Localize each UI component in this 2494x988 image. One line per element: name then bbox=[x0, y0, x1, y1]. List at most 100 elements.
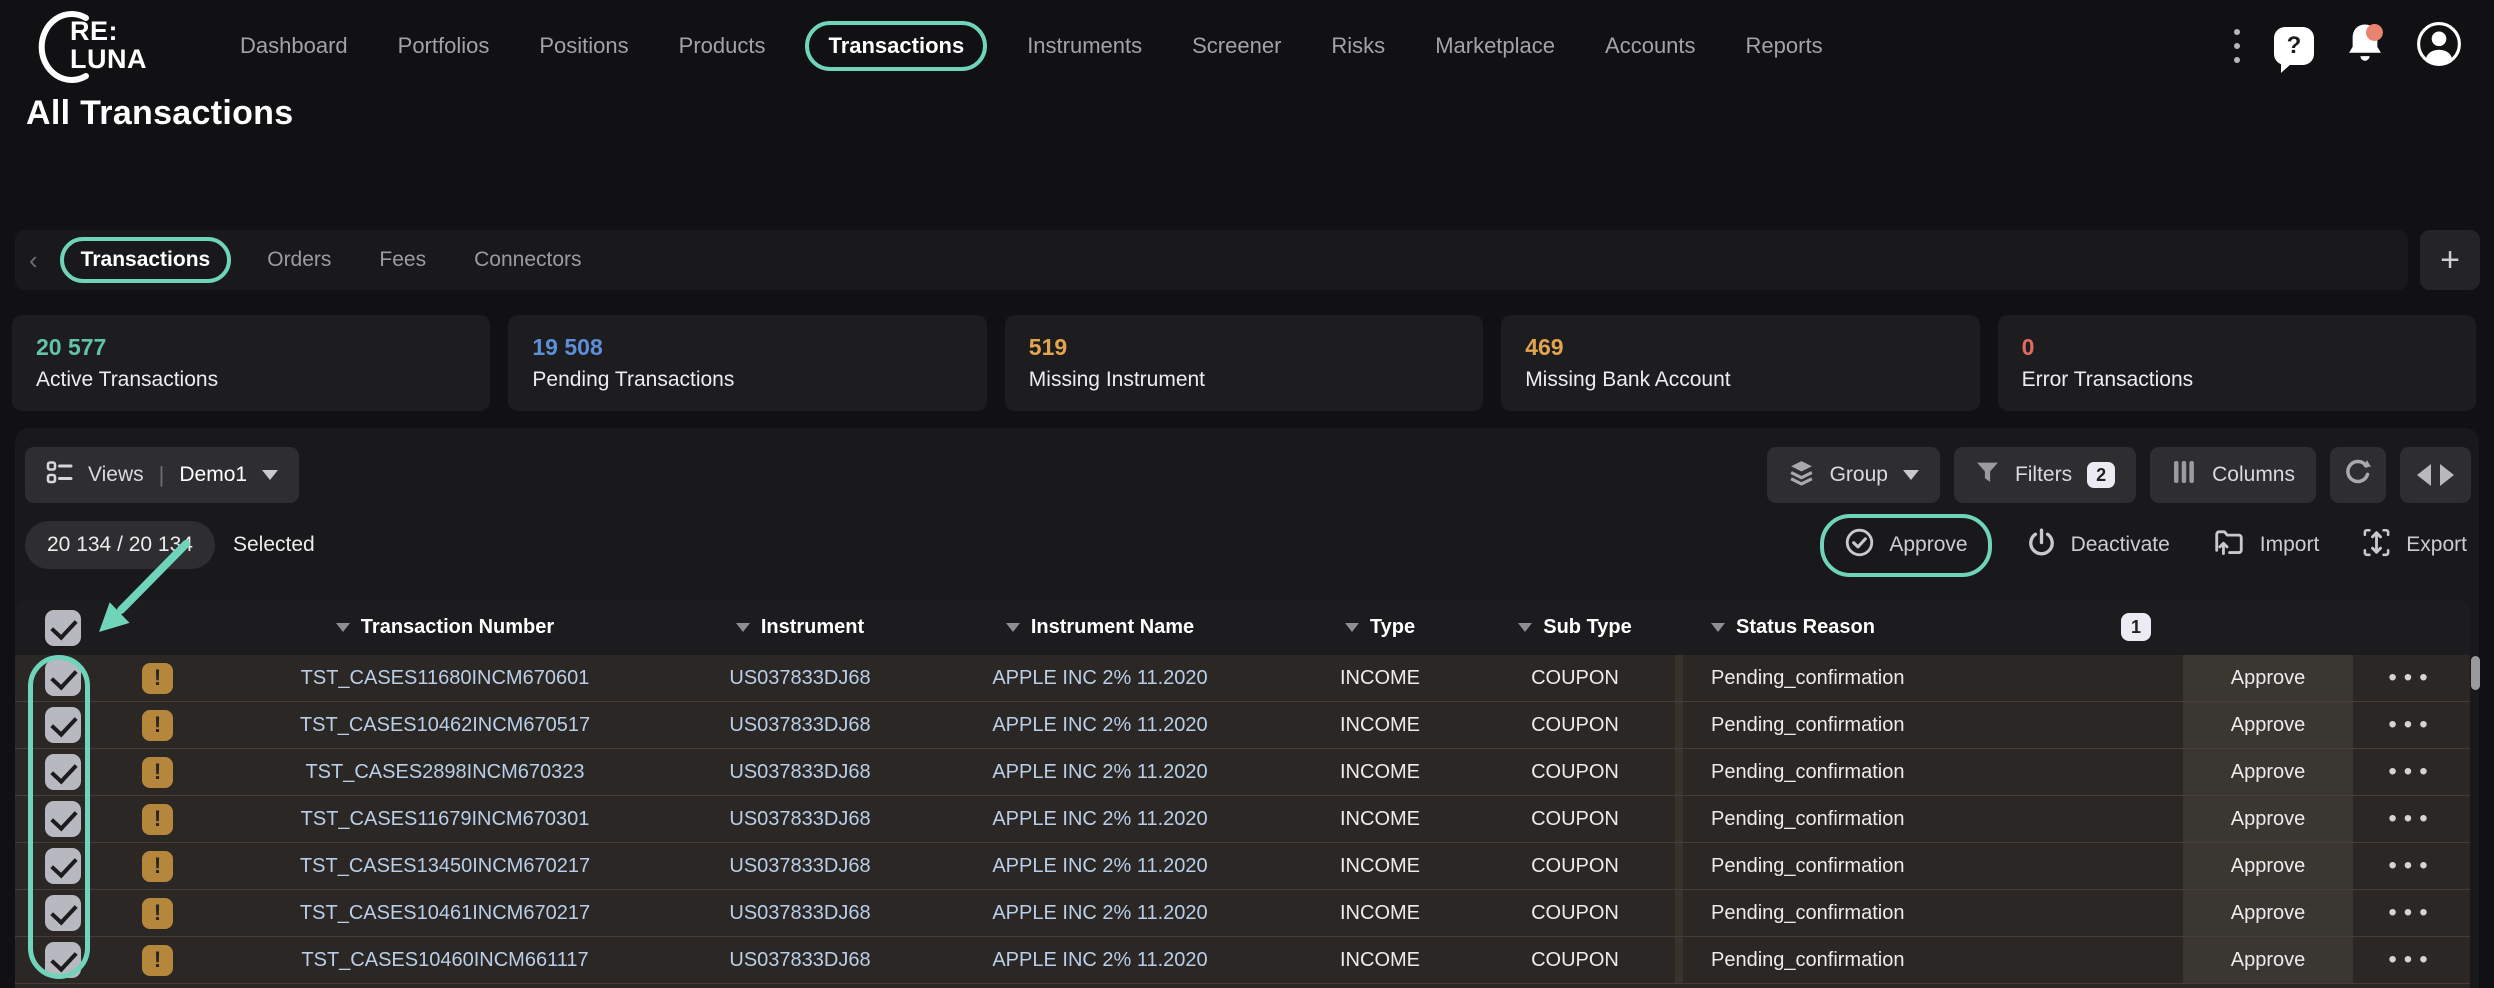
page-title: All Transactions bbox=[26, 94, 293, 133]
column-header-0[interactable]: Transaction Number bbox=[205, 616, 685, 639]
instrument-link[interactable]: US037833DJ68 bbox=[685, 761, 915, 784]
content-panel: Views | Demo1 Group bbox=[15, 428, 2479, 988]
approve-label: Approve bbox=[1889, 533, 1967, 557]
nav-item-accounts[interactable]: Accounts bbox=[1605, 33, 1696, 59]
export-button[interactable]: Export bbox=[2361, 527, 2467, 564]
stat-value: 19 508 bbox=[532, 334, 962, 361]
instrument-name-link[interactable]: APPLE INC 2% 11.2020 bbox=[915, 855, 1285, 878]
tabs-back-chevron-icon[interactable]: ‹ bbox=[29, 245, 38, 276]
tab-fees[interactable]: Fees bbox=[379, 248, 426, 272]
import-button[interactable]: Import bbox=[2212, 527, 2320, 564]
row-checkbox[interactable] bbox=[45, 895, 81, 931]
row-approve-button[interactable]: Approve bbox=[2183, 655, 2353, 701]
instrument-link[interactable]: US037833DJ68 bbox=[685, 855, 915, 878]
nav-item-dashboard[interactable]: Dashboard bbox=[240, 33, 348, 59]
row-checkbox[interactable] bbox=[45, 801, 81, 837]
transaction-number-link[interactable]: TST_CASES11680INCM670601 bbox=[205, 667, 685, 690]
approve-button[interactable]: Approve bbox=[1844, 527, 1967, 564]
nav-item-reports[interactable]: Reports bbox=[1746, 33, 1823, 59]
stat-card-1[interactable]: 20 577Active Transactions bbox=[12, 315, 490, 411]
stat-card-2[interactable]: 19 508Pending Transactions bbox=[508, 315, 986, 411]
brand-logo[interactable]: RE: LUNA bbox=[34, 8, 174, 84]
deactivate-button[interactable]: Deactivate bbox=[2026, 527, 2170, 564]
column-header-3[interactable]: Type bbox=[1285, 616, 1475, 639]
transaction-number-link[interactable]: TST_CASES10461INCM670217 bbox=[205, 902, 685, 925]
stat-card-3[interactable]: 519Missing Instrument bbox=[1005, 315, 1483, 411]
row-checkbox[interactable] bbox=[45, 660, 81, 696]
notifications-bell-icon[interactable] bbox=[2344, 22, 2386, 71]
stat-card-4[interactable]: 469Missing Bank Account bbox=[1501, 315, 1979, 411]
row-checkbox[interactable] bbox=[45, 942, 81, 978]
instrument-name-link[interactable]: APPLE INC 2% 11.2020 bbox=[915, 667, 1285, 690]
transaction-number-link[interactable]: TST_CASES10462INCM670517 bbox=[205, 714, 685, 737]
export-arrows-icon bbox=[2361, 527, 2392, 564]
row-menu-button[interactable] bbox=[2353, 749, 2470, 795]
row-menu-button[interactable] bbox=[2353, 655, 2470, 701]
tab-transactions[interactable]: Transactions bbox=[60, 237, 232, 283]
vertical-scrollbar[interactable] bbox=[2471, 656, 2480, 690]
row-approve-button[interactable]: Approve bbox=[2183, 749, 2353, 795]
transaction-number-link[interactable]: TST_CASES11679INCM670301 bbox=[205, 808, 685, 831]
row-checkbox[interactable] bbox=[45, 848, 81, 884]
column-header-2[interactable]: Instrument Name bbox=[915, 616, 1285, 639]
instrument-name-link[interactable]: APPLE INC 2% 11.2020 bbox=[915, 761, 1285, 784]
row-checkbox[interactable] bbox=[45, 754, 81, 790]
nav-item-instruments[interactable]: Instruments bbox=[1027, 33, 1142, 59]
nav-item-products[interactable]: Products bbox=[679, 33, 766, 59]
row-warning-cell bbox=[110, 898, 205, 929]
columns-button[interactable]: Columns bbox=[2150, 447, 2316, 503]
nav-item-positions[interactable]: Positions bbox=[539, 33, 628, 59]
refresh-button[interactable] bbox=[2330, 447, 2386, 503]
type-cell: INCOME bbox=[1285, 714, 1475, 737]
instrument-name-link[interactable]: APPLE INC 2% 11.2020 bbox=[915, 902, 1285, 925]
tab-connectors[interactable]: Connectors bbox=[474, 248, 581, 272]
row-approve-button[interactable]: Approve bbox=[2183, 890, 2353, 936]
instrument-link[interactable]: US037833DJ68 bbox=[685, 667, 915, 690]
nav-item-portfolios[interactable]: Portfolios bbox=[398, 33, 490, 59]
row-menu-button[interactable] bbox=[2353, 796, 2470, 842]
instrument-link[interactable]: US037833DJ68 bbox=[685, 714, 915, 737]
status-reason-cell: Pending_confirmation bbox=[1683, 761, 2183, 784]
transaction-number-link[interactable]: TST_CASES13450INCM670217 bbox=[205, 855, 685, 878]
help-icon[interactable] bbox=[2274, 27, 2314, 65]
folder-import-icon bbox=[2212, 527, 2246, 564]
select-all-checkbox[interactable] bbox=[45, 610, 81, 646]
user-avatar-icon[interactable] bbox=[2416, 21, 2462, 72]
row-approve-button[interactable]: Approve bbox=[2183, 937, 2353, 983]
instrument-name-link[interactable]: APPLE INC 2% 11.2020 bbox=[915, 714, 1285, 737]
tab-orders[interactable]: Orders bbox=[267, 248, 331, 272]
chevron-down-icon bbox=[1903, 470, 1919, 480]
row-menu-button[interactable] bbox=[2353, 702, 2470, 748]
instrument-link[interactable]: US037833DJ68 bbox=[685, 949, 915, 972]
transaction-number-link[interactable]: TST_CASES10460INCM661117 bbox=[205, 949, 685, 972]
instrument-name-link[interactable]: APPLE INC 2% 11.2020 bbox=[915, 949, 1285, 972]
row-menu-button[interactable] bbox=[2353, 843, 2470, 889]
column-header-5[interactable]: Status Reason bbox=[1683, 616, 2183, 639]
nav-item-screener[interactable]: Screener bbox=[1192, 33, 1281, 59]
row-menu-button[interactable] bbox=[2353, 937, 2470, 983]
table-row: TST_CASES11679INCM670301US037833DJ68APPL… bbox=[15, 796, 2470, 843]
nav-item-marketplace[interactable]: Marketplace bbox=[1435, 33, 1555, 59]
instrument-name-link[interactable]: APPLE INC 2% 11.2020 bbox=[915, 808, 1285, 831]
transaction-number-link[interactable]: TST_CASES2898INCM670323 bbox=[205, 761, 685, 784]
pinned-column-divider bbox=[1675, 937, 1683, 983]
collapse-expand-button[interactable] bbox=[2400, 447, 2471, 503]
nav-item-risks[interactable]: Risks bbox=[1331, 33, 1385, 59]
instrument-link[interactable]: US037833DJ68 bbox=[685, 808, 915, 831]
nav-item-transactions[interactable]: Transactions bbox=[805, 21, 987, 71]
group-button[interactable]: Group bbox=[1767, 447, 1940, 503]
row-approve-button[interactable]: Approve bbox=[2183, 702, 2353, 748]
add-tab-button[interactable]: + bbox=[2420, 230, 2480, 290]
column-header-1[interactable]: Instrument bbox=[685, 616, 915, 639]
row-checkbox[interactable] bbox=[45, 707, 81, 743]
overflow-menu-icon[interactable] bbox=[2230, 25, 2244, 67]
views-button[interactable]: Views | Demo1 bbox=[25, 447, 299, 503]
instrument-link[interactable]: US037833DJ68 bbox=[685, 902, 915, 925]
column-header-4[interactable]: Sub Type bbox=[1475, 616, 1675, 639]
row-menu-button[interactable] bbox=[2353, 890, 2470, 936]
filters-button[interactable]: Filters 2 bbox=[1954, 447, 2136, 503]
row-approve-button[interactable]: Approve bbox=[2183, 843, 2353, 889]
row-approve-button[interactable]: Approve bbox=[2183, 796, 2353, 842]
row-warning-cell bbox=[110, 804, 205, 835]
stat-card-5[interactable]: 0Error Transactions bbox=[1998, 315, 2476, 411]
